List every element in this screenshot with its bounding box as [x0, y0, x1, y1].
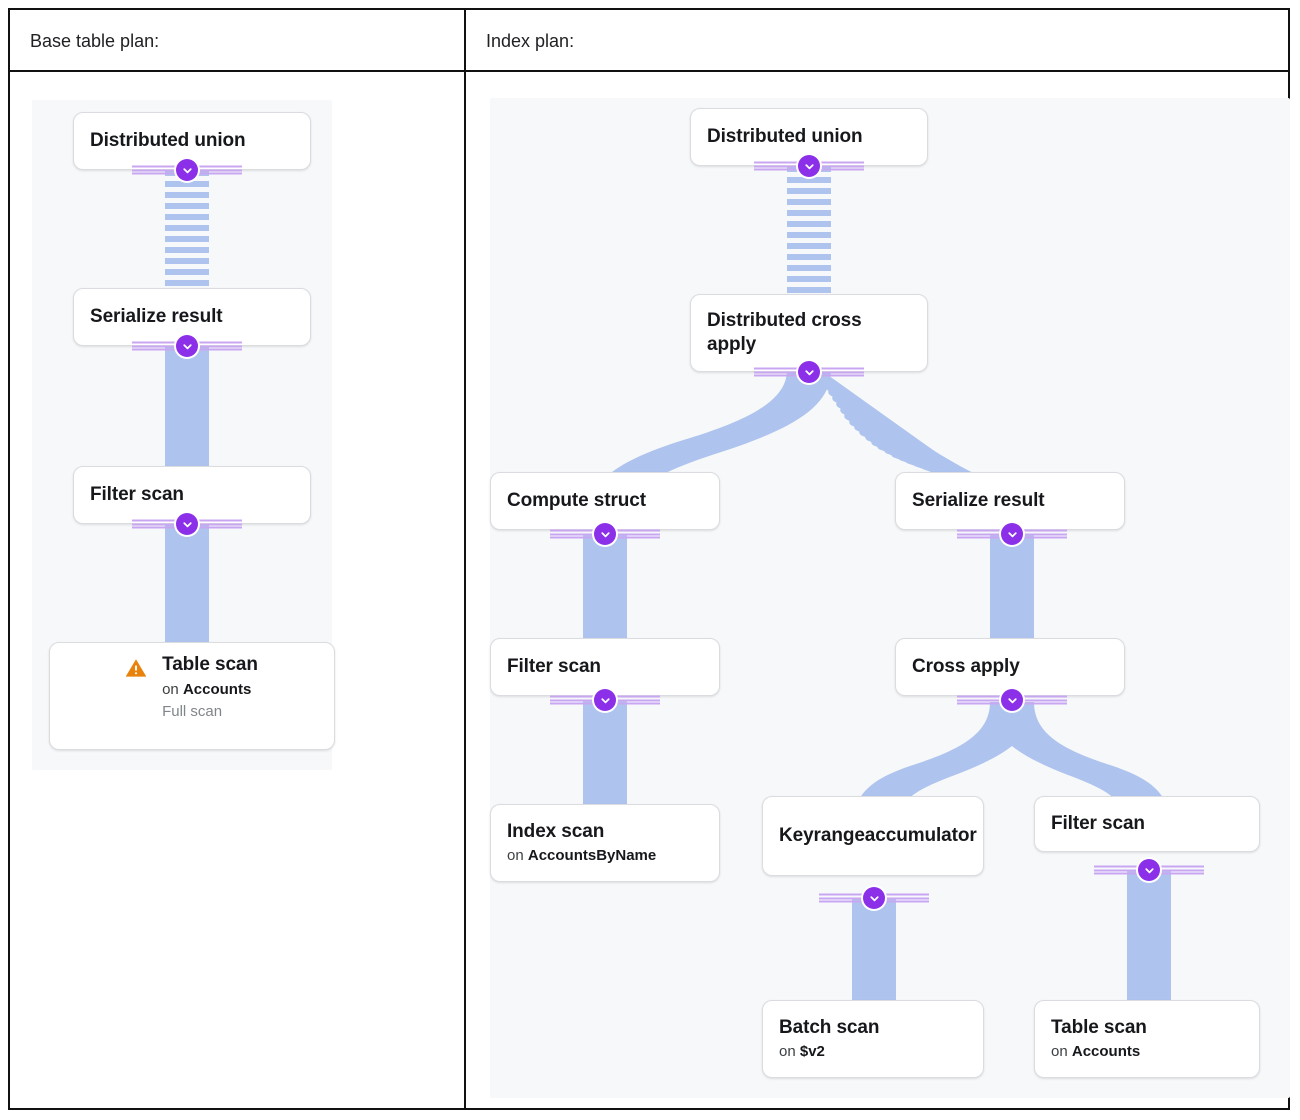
- edge-filter-scan-to-table-scan: [165, 524, 209, 656]
- connector-rail-right: [818, 366, 864, 378]
- node-keyrange-accumulator[interactable]: Keyrangeaccumulator: [762, 796, 984, 876]
- node-subtitle-prefix: on: [507, 847, 528, 865]
- node-title: Distributed cross apply: [707, 310, 862, 355]
- node-title: Table scan: [1051, 1016, 1147, 1038]
- node-title: Filter scan: [1051, 813, 1145, 835]
- connector-rail-right: [883, 892, 929, 904]
- connector-keyrange-accumulator[interactable]: [819, 887, 929, 909]
- connector-compute-struct[interactable]: [550, 523, 660, 545]
- node-detail: Full scan: [162, 703, 223, 720]
- node-index-scan[interactable]: Index scan on AccountsByName: [490, 804, 720, 882]
- base-table-plan-canvas: Distributed union Serialize result Filte…: [32, 100, 335, 770]
- connector-rail-left: [550, 694, 596, 706]
- node-subtitle-prefix: on: [162, 680, 183, 698]
- connector-rail-left: [132, 164, 178, 176]
- connector-distributed-cross-apply[interactable]: [754, 361, 864, 383]
- connector-rail-right: [196, 340, 242, 352]
- column-header-index-plan-label: Index plan:: [486, 30, 575, 51]
- plan-comparison-table: Base table plan: Index plan: Distributed…: [8, 8, 1290, 1110]
- chevron-down-icon[interactable]: [176, 335, 198, 357]
- connector-distributed-union[interactable]: [132, 159, 242, 181]
- column-header-index-plan: Index plan:: [466, 10, 1292, 72]
- node-title: Distributed union: [707, 126, 863, 148]
- node-title: Table scan: [162, 654, 258, 675]
- connector-rail-right: [1021, 694, 1067, 706]
- node-title: Index scan: [507, 820, 605, 842]
- connector-rail-right: [196, 518, 242, 530]
- node-title: Batch scan: [779, 1016, 880, 1038]
- node-title: Filter scan: [90, 484, 184, 506]
- connector-rail-right: [614, 528, 660, 540]
- node-subtitle-value: AccountsByName: [527, 847, 657, 865]
- connector-rail-right: [818, 160, 864, 172]
- connector-filter-scan-right[interactable]: [1094, 859, 1204, 881]
- chevron-down-icon[interactable]: [594, 689, 616, 711]
- node-table-scan[interactable]: Table scan on Accounts: [1034, 1000, 1260, 1078]
- node-subtitle-value: Accounts: [182, 680, 252, 698]
- chevron-down-icon[interactable]: [1138, 859, 1160, 881]
- node-subtitle-prefix: on: [779, 1043, 800, 1061]
- connector-serialize-result[interactable]: [957, 523, 1067, 545]
- node-batch-scan[interactable]: Batch scan on $v2: [762, 1000, 984, 1078]
- node-title: Cross apply: [912, 656, 1020, 678]
- node-subtitle-value: Accounts: [1071, 1043, 1141, 1061]
- connector-rail-left: [132, 340, 178, 352]
- chevron-down-icon[interactable]: [176, 513, 198, 535]
- connector-rail-right: [614, 694, 660, 706]
- connector-serialize-result[interactable]: [132, 335, 242, 357]
- chevron-down-icon[interactable]: [1001, 689, 1023, 711]
- table-header-row: Base table plan: Index plan:: [10, 10, 1288, 72]
- node-cross-apply[interactable]: Cross apply: [895, 638, 1125, 696]
- chevron-down-icon[interactable]: [798, 361, 820, 383]
- column-header-base-table-plan: Base table plan:: [10, 10, 464, 72]
- chevron-down-icon[interactable]: [863, 887, 885, 909]
- node-subtitle: on $v2: [779, 1042, 967, 1062]
- connector-rail-left: [132, 518, 178, 530]
- connector-rail-left: [1094, 864, 1140, 876]
- node-compute-struct[interactable]: Compute struct: [490, 472, 720, 530]
- node-table-scan[interactable]: Table scan on Accounts Full scan: [49, 642, 335, 750]
- connector-rail-left: [957, 694, 1003, 706]
- connector-distributed-union[interactable]: [754, 155, 864, 177]
- node-subtitle: on Accounts: [162, 680, 258, 700]
- node-title: Compute struct: [507, 490, 646, 512]
- chevron-down-icon[interactable]: [176, 159, 198, 181]
- node-title: Serialize result: [90, 306, 223, 328]
- node-title: Filter scan: [507, 656, 601, 678]
- node-title: Distributed union: [90, 130, 246, 152]
- connector-rail-left: [819, 892, 865, 904]
- node-subtitle-value: $v2: [799, 1043, 825, 1061]
- node-serialize-result[interactable]: Serialize result: [895, 472, 1125, 530]
- node-subtitle: on Accounts: [1051, 1042, 1243, 1062]
- edge-serialize-result-to-filter-scan: [165, 346, 209, 478]
- connector-rail-left: [754, 160, 800, 172]
- connector-rail-right: [196, 164, 242, 176]
- chevron-down-icon[interactable]: [798, 155, 820, 177]
- node-title: Keyrangeaccumulator: [779, 825, 977, 847]
- node-subtitle-prefix: on: [1051, 1043, 1072, 1061]
- chevron-down-icon[interactable]: [1001, 523, 1023, 545]
- node-subtitle: on AccountsByName: [507, 846, 703, 866]
- connector-filter-scan[interactable]: [132, 513, 242, 535]
- base-table-plan-cell: Distributed union Serialize result Filte…: [10, 72, 464, 1108]
- connector-rail-right: [1021, 528, 1067, 540]
- connector-rail-left: [550, 528, 596, 540]
- chevron-down-icon[interactable]: [594, 523, 616, 545]
- index-plan-canvas: Distributed union Distributed cross appl…: [490, 98, 1290, 1098]
- edge-distributed-union-to-serialize-result: [165, 170, 209, 300]
- node-filter-scan-left[interactable]: Filter scan: [490, 638, 720, 696]
- column-header-base-table-plan-label: Base table plan:: [30, 30, 160, 51]
- connector-cross-apply[interactable]: [957, 689, 1067, 711]
- connector-filter-scan-left[interactable]: [550, 689, 660, 711]
- node-filter-scan-right[interactable]: Filter scan: [1034, 796, 1260, 852]
- connector-rail-right: [1158, 864, 1204, 876]
- connector-rail-left: [957, 528, 1003, 540]
- warning-triangle-icon: [124, 656, 148, 680]
- index-plan-cell: Distributed union Distributed cross appl…: [466, 72, 1292, 1108]
- connector-rail-left: [754, 366, 800, 378]
- node-title: Serialize result: [912, 490, 1045, 512]
